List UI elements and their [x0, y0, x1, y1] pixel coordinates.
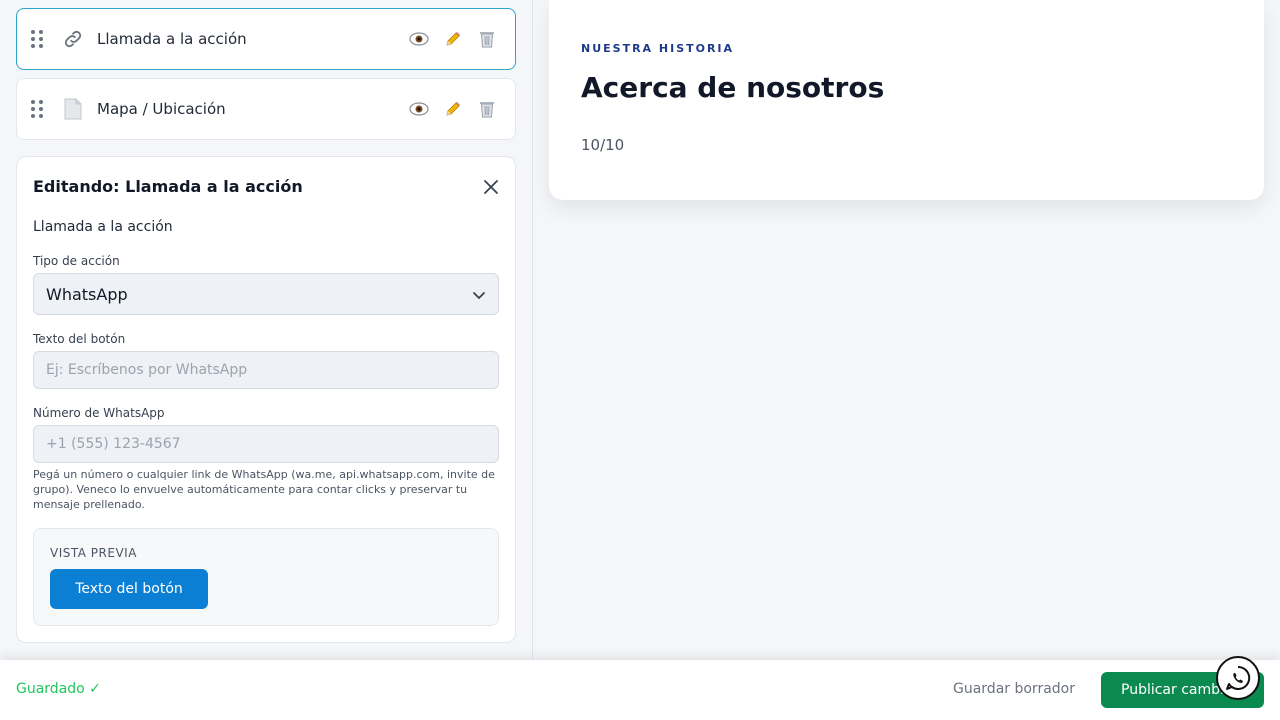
- page-preview-card: NUESTRA HISTORIA Acerca de nosotros 10/1…: [549, 0, 1264, 200]
- block-label: Llamada a la acción: [97, 30, 247, 48]
- save-status: Guardado ✓: [16, 681, 101, 697]
- pencil-icon[interactable]: [439, 25, 467, 53]
- eye-icon[interactable]: [405, 25, 433, 53]
- action-type-select[interactable]: WhatsApp: [33, 273, 499, 315]
- link-icon: [61, 27, 85, 51]
- slide-counter: 10/10: [581, 136, 625, 154]
- trash-icon[interactable]: [473, 25, 501, 53]
- whatsapp-icon[interactable]: [1216, 656, 1260, 700]
- section-name: Llamada a la acción: [33, 219, 173, 235]
- save-draft-button[interactable]: Guardar borrador: [953, 681, 1075, 697]
- section-title: Acerca de nosotros: [581, 71, 885, 104]
- editor-sidebar: Llamada a la acción Mapa / Ubicación Edi…: [0, 0, 533, 660]
- button-text-input[interactable]: Ej: Escríbenos por WhatsApp: [33, 351, 499, 389]
- close-icon[interactable]: [481, 177, 501, 197]
- help-text: Pegá un número o cualquier link de Whats…: [33, 468, 495, 511]
- pencil-icon[interactable]: [439, 95, 467, 123]
- action-type-value: WhatsApp: [46, 284, 128, 304]
- whatsapp-number-label: Número de WhatsApp: [33, 406, 165, 420]
- editor-title: Editando: Llamada a la acción: [33, 177, 303, 196]
- preview-button[interactable]: Texto del botón: [50, 569, 208, 609]
- block-editor-panel: Editando: Llamada a la acción Llamada a …: [16, 156, 516, 643]
- preview-box: VISTA PREVIA Texto del botón: [33, 528, 499, 626]
- block-item-map[interactable]: Mapa / Ubicación: [16, 78, 516, 140]
- trash-icon[interactable]: [473, 95, 501, 123]
- button-text-label: Texto del botón: [33, 332, 126, 346]
- block-label: Mapa / Ubicación: [97, 100, 226, 118]
- section-eyebrow: NUESTRA HISTORIA: [581, 42, 735, 55]
- action-type-label: Tipo de acción: [33, 254, 120, 268]
- drag-handle-icon[interactable]: [31, 30, 47, 48]
- preview-label: VISTA PREVIA: [50, 546, 137, 560]
- eye-icon[interactable]: [405, 95, 433, 123]
- chevron-down-icon: [472, 287, 486, 301]
- block-item-cta[interactable]: Llamada a la acción: [16, 8, 516, 70]
- bottom-action-bar: Guardado ✓ Guardar borrador Publicar cam…: [0, 660, 1280, 720]
- drag-handle-icon[interactable]: [31, 100, 47, 118]
- document-icon: [61, 97, 85, 121]
- whatsapp-number-input[interactable]: +1 (555) 123-4567: [33, 425, 499, 463]
